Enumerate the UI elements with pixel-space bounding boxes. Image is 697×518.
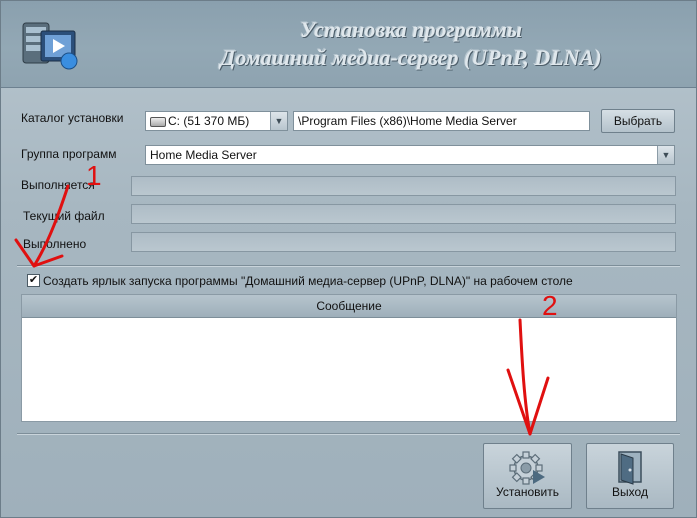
- exit-button-label: Выход: [612, 485, 648, 499]
- install-dir-label: Каталог установки: [21, 111, 124, 125]
- create-shortcut-checkbox[interactable]: ✔: [27, 274, 40, 287]
- install-path-value: \Program Files (x86)\Home Media Server: [298, 114, 517, 128]
- program-group-value: Home Media Server: [150, 148, 257, 162]
- separator-top: [17, 265, 680, 267]
- header-title-line1: Установка программы: [299, 17, 523, 42]
- hard-drive-icon: [150, 116, 166, 127]
- messages-column-header: Сообщение: [22, 295, 676, 318]
- install-button-label: Установить: [496, 485, 559, 499]
- gear-play-icon: [508, 451, 545, 485]
- create-shortcut-label[interactable]: Создать ярлык запуска программы "Домашни…: [43, 274, 573, 288]
- media-server-logo-icon: [22, 22, 78, 70]
- completed-label: Выполнено: [23, 237, 87, 251]
- running-progress-bar: [131, 176, 676, 196]
- install-button[interactable]: Установить: [483, 443, 572, 509]
- chevron-down-icon[interactable]: ▼: [270, 112, 287, 130]
- annotation-marker-2: 2: [542, 290, 558, 321]
- program-group-select[interactable]: Home Media Server ▼: [145, 145, 675, 165]
- install-path-input[interactable]: \Program Files (x86)\Home Media Server: [293, 111, 590, 131]
- browse-button[interactable]: Выбрать: [601, 109, 675, 133]
- completed-progress-bar: [131, 232, 676, 252]
- program-group-label: Группа программ: [21, 147, 117, 161]
- separator-bottom: [17, 433, 680, 435]
- chevron-down-icon[interactable]: ▼: [657, 146, 674, 164]
- exit-button[interactable]: Выход: [586, 443, 674, 509]
- drive-select-text: C: (51 370 МБ): [168, 114, 250, 128]
- running-label: Выполняется: [21, 178, 95, 192]
- header-banner: Установка программы Домашний медиа-серве…: [1, 1, 696, 88]
- drive-select-value: C: (51 370 МБ): [150, 114, 249, 128]
- installer-window: Установка программы Домашний медиа-серве…: [0, 0, 697, 518]
- header-title-line2: Домашний медиа-сервер (UPnP, DLNA): [220, 45, 602, 70]
- annotation-marker-1: 1: [86, 160, 102, 191]
- drive-select[interactable]: C: (51 370 МБ) ▼: [145, 111, 288, 131]
- current-file-label: Текущий файл: [23, 209, 105, 223]
- current-file-progress-bar: [131, 204, 676, 224]
- messages-list[interactable]: Сообщение: [21, 294, 677, 422]
- exit-door-icon: [618, 451, 642, 485]
